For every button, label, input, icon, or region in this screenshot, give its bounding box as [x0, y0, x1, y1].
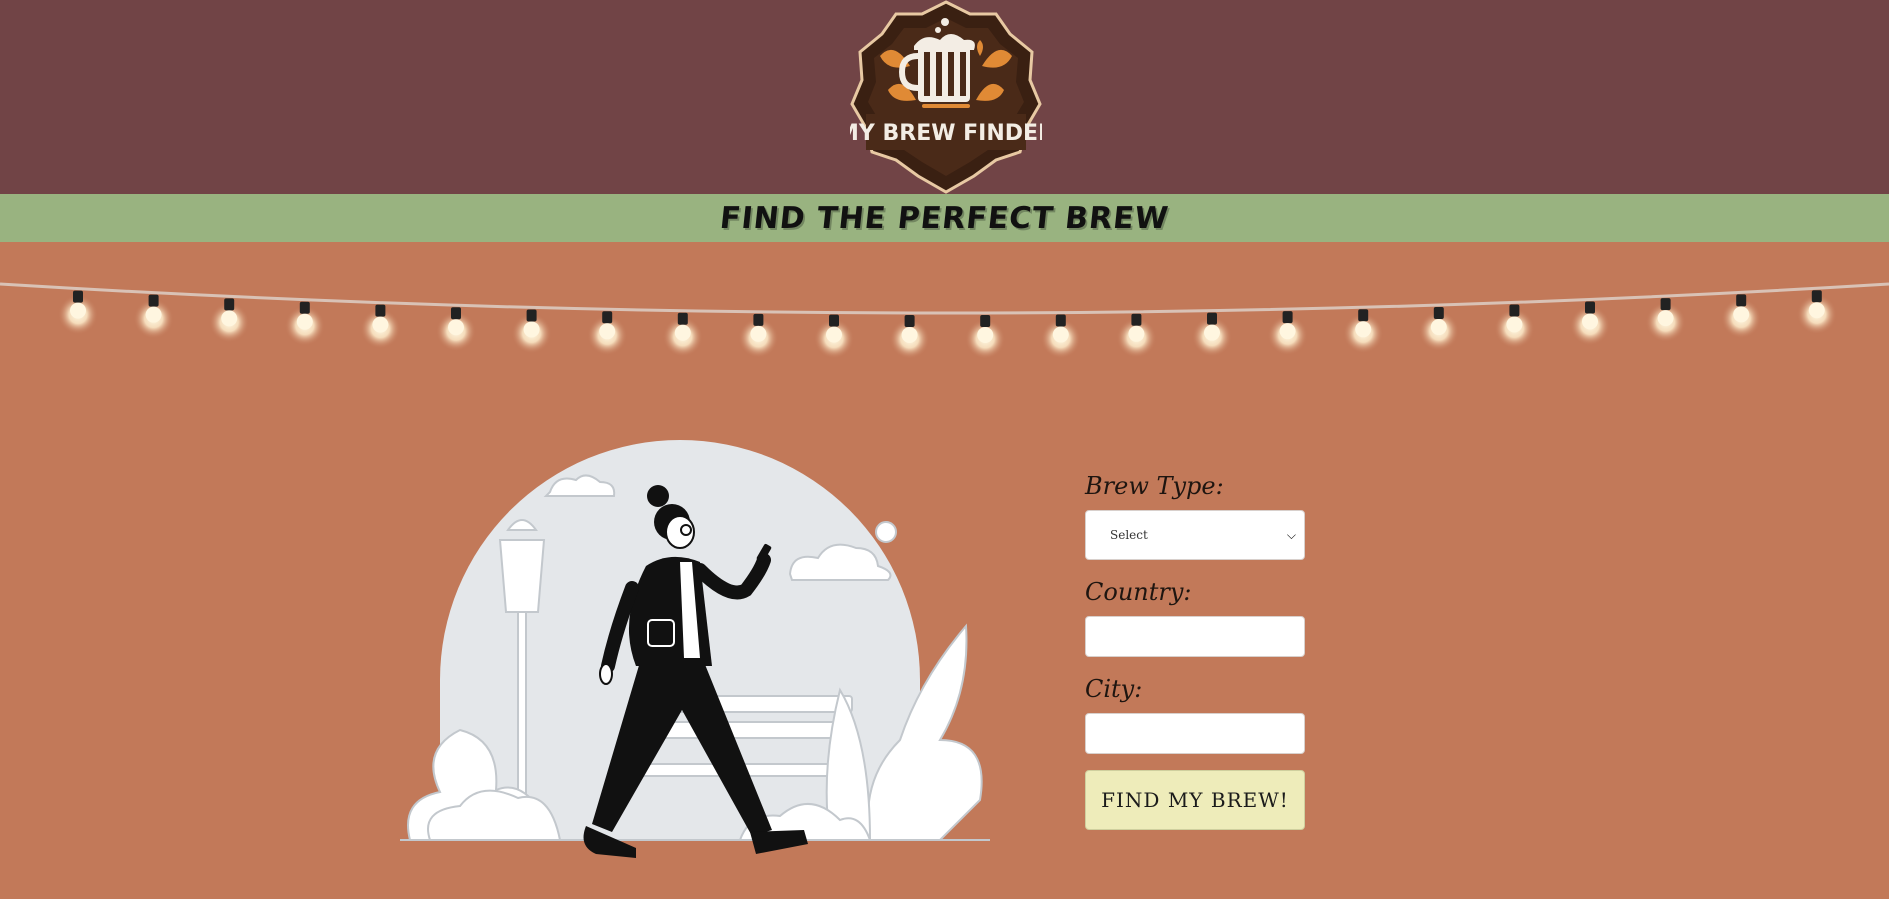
- brew-search-form: Brew Type: Select ⌵ Country: City: FIND …: [1085, 470, 1305, 830]
- light-bulb-cap: [299, 301, 310, 314]
- light-bulb-cap: [753, 313, 764, 326]
- light-bulb-cap: [1207, 312, 1217, 325]
- brew-type-selected-value: Select: [1110, 528, 1148, 542]
- light-bulb-cap: [1811, 290, 1822, 303]
- light-bulb-cap: [1736, 294, 1747, 307]
- page-tagline: FIND THE PERFECT BREW: [718, 200, 1171, 236]
- light-bulb-cap: [1660, 298, 1671, 311]
- light-bulb-icon: [1430, 319, 1447, 336]
- light-bulb-cap: [1055, 314, 1066, 327]
- light-bulb-icon: [1052, 326, 1069, 343]
- light-bulb-icon: [145, 306, 162, 323]
- light-bulb-cap: [1358, 309, 1369, 322]
- light-bulb-icon: [1204, 324, 1220, 341]
- beer-mug-logo-icon[interactable]: MY BREW FINDER: [850, 0, 1042, 194]
- city-input[interactable]: [1085, 713, 1305, 754]
- light-bulb-cap: [1282, 311, 1293, 324]
- light-bulb-cap: [829, 314, 839, 327]
- light-bulb-cap: [451, 307, 461, 320]
- chevron-down-icon: ⌵: [1286, 527, 1296, 542]
- light-bulb-icon: [1733, 306, 1750, 323]
- light-bulb-icon: [70, 302, 86, 319]
- light-bulb-icon: [372, 316, 389, 333]
- light-bulb-cap: [1433, 307, 1444, 320]
- light-bulb-icon: [826, 326, 842, 343]
- header: MY BREW FINDER: [0, 0, 1889, 194]
- light-bulb-icon: [901, 326, 918, 343]
- woman-walking-illustration: [400, 440, 990, 858]
- light-bulb-cap: [148, 294, 159, 307]
- light-bulb-cap: [526, 309, 537, 322]
- light-bulb-icon: [1808, 302, 1825, 319]
- country-label: Country:: [1085, 578, 1192, 606]
- light-bulb-cap: [1131, 313, 1142, 326]
- light-bulb-cap: [904, 314, 915, 327]
- light-bulb-icon: [221, 310, 238, 327]
- light-bulb-cap: [224, 298, 235, 311]
- light-bulb-icon: [674, 324, 691, 341]
- light-bulb-icon: [1582, 313, 1598, 330]
- light-bulb-cap: [73, 290, 83, 303]
- light-bulb-icon: [296, 313, 313, 330]
- light-bulb-icon: [750, 325, 767, 342]
- light-bulb-icon: [1657, 310, 1674, 327]
- light-bulb-cap: [1509, 304, 1520, 317]
- tagline-bar: FIND THE PERFECT BREW: [0, 194, 1889, 242]
- light-bulb-icon: [1128, 325, 1145, 342]
- light-bulb-cap: [980, 314, 991, 327]
- light-bulb-cap: [677, 312, 688, 325]
- light-bulb-icon: [1506, 316, 1523, 333]
- light-bulb-cap: [375, 304, 386, 317]
- brew-type-select[interactable]: Select ⌵: [1085, 510, 1305, 560]
- light-bulb-icon: [977, 326, 994, 343]
- light-bulb-cap: [1585, 301, 1595, 314]
- light-bulb-cap: [602, 311, 613, 324]
- logo-text: MY BREW FINDER: [850, 121, 1042, 146]
- string-lights-icon: [0, 282, 1889, 359]
- country-input[interactable]: [1085, 616, 1305, 657]
- find-my-brew-button[interactable]: FIND MY BREW!: [1085, 770, 1305, 830]
- city-label: City:: [1085, 675, 1143, 703]
- light-bulb-icon: [448, 319, 464, 336]
- light-bulb-icon: [1355, 321, 1372, 338]
- light-bulb-icon: [523, 321, 540, 338]
- light-bulb-icon: [599, 323, 616, 340]
- brew-type-label: Brew Type:: [1085, 472, 1224, 500]
- light-bulb-icon: [1279, 323, 1296, 340]
